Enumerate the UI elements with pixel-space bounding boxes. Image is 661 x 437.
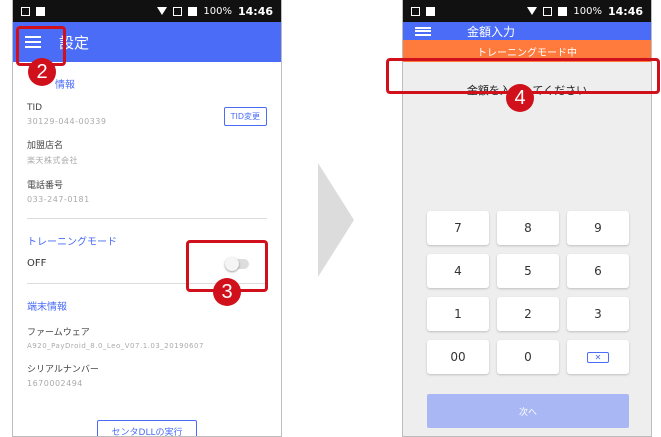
key-8[interactable]: 8 — [497, 211, 559, 245]
wifi-icon — [527, 7, 538, 15]
key-9[interactable]: 9 — [567, 211, 629, 245]
signal-icon — [543, 6, 553, 16]
tid-change-button[interactable]: TID変更 — [223, 107, 267, 126]
android-icon — [426, 6, 435, 16]
callout-4-badge: 4 — [506, 84, 534, 112]
section-store-info: 情報 — [55, 80, 75, 91]
status-time: 14:46 — [607, 4, 643, 18]
key-6[interactable]: 6 — [567, 254, 629, 288]
status-bar: 100% 14:46 — [403, 0, 651, 22]
callout-2-badge: 2 — [28, 58, 56, 86]
backspace-key[interactable]: ✕ — [567, 340, 629, 374]
app-bar: 金額入力 — [403, 22, 651, 40]
serial-value: 1670002494 — [27, 379, 83, 388]
backspace-icon: ✕ — [587, 351, 609, 363]
battery-percent: 100% — [203, 5, 232, 17]
key-5[interactable]: 5 — [497, 254, 559, 288]
android-icon — [36, 6, 45, 16]
serial-label: シリアルナンバー — [27, 365, 99, 375]
key-0[interactable]: 0 — [497, 340, 559, 374]
callout-3-badge: 3 — [213, 278, 241, 306]
notification-icon — [411, 6, 420, 16]
tid-row: TID 30129-044-00339 TID変更 — [27, 103, 267, 126]
firmware-value: A920_PayDroid_8.0_Leo_V07.1.03_20190607 — [27, 342, 204, 350]
battery-percent: 100% — [573, 5, 602, 17]
signal-icon — [173, 6, 183, 16]
store-name-value: 楽天株式会社 — [27, 156, 78, 165]
center-dll-button[interactable]: センタDLLの実行 — [97, 420, 197, 436]
page-title: 金額入力 — [467, 24, 516, 39]
key-4[interactable]: 4 — [427, 254, 489, 288]
status-time: 14:46 — [237, 4, 273, 18]
key-7[interactable]: 7 — [427, 211, 489, 245]
next-button[interactable]: 次へ — [427, 394, 629, 428]
arrow-icon — [318, 163, 354, 277]
numeric-keypad: 7 8 9 4 5 6 1 2 3 00 0 ✕ — [427, 211, 629, 374]
store-name-label: 加盟店名 — [27, 141, 64, 151]
wifi-icon — [157, 7, 168, 15]
key-00[interactable]: 00 — [427, 340, 489, 374]
training-mode-state: OFF — [27, 258, 47, 269]
notification-icon — [21, 6, 30, 16]
battery-icon — [558, 6, 568, 16]
key-3[interactable]: 3 — [567, 297, 629, 331]
battery-icon — [188, 6, 198, 16]
key-2[interactable]: 2 — [497, 297, 559, 331]
status-bar: 100% 14:46 — [13, 0, 281, 22]
menu-icon[interactable] — [415, 26, 431, 36]
settings-list: 情報 TID 30129-044-00339 TID変更 加盟店名 楽天株式会社… — [13, 62, 281, 388]
phone-value: 033-247-0181 — [27, 195, 90, 204]
key-1[interactable]: 1 — [427, 297, 489, 331]
phone-label: 電話番号 — [27, 181, 64, 191]
firmware-label: ファームウェア — [27, 328, 90, 338]
